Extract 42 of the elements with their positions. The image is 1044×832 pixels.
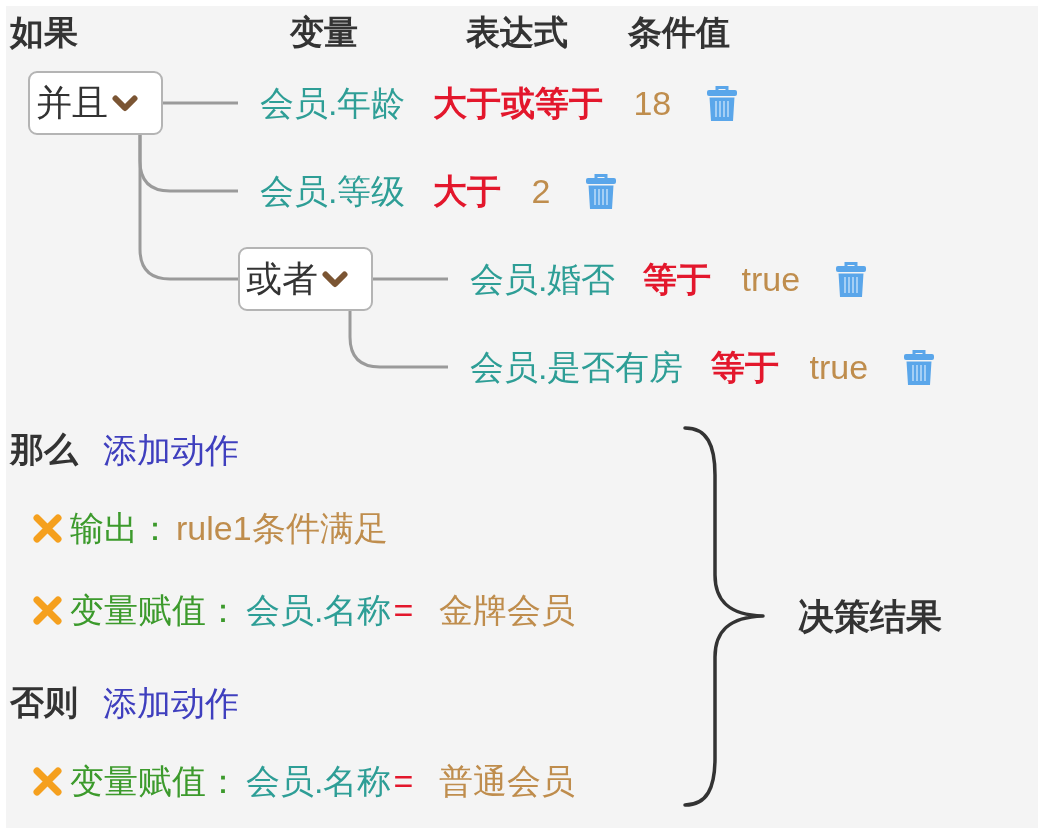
trash-icon[interactable] <box>707 85 738 121</box>
junction-dropdown[interactable]: 或者 <box>238 247 373 311</box>
variable-name[interactable]: 会员.名称 <box>246 761 392 801</box>
condition-value[interactable]: 18 <box>633 83 672 123</box>
condition-value[interactable]: true <box>741 259 801 299</box>
action-value[interactable]: 金牌会员 <box>439 590 576 630</box>
variable-name[interactable]: 会员.婚否 <box>470 259 616 299</box>
add-action-link[interactable]: 添加动作 <box>103 430 239 470</box>
branch-label: 否则 <box>10 682 78 723</box>
assign-operator: = <box>393 761 414 801</box>
variable-name[interactable]: 会员.是否有房 <box>470 347 684 387</box>
condition-value[interactable]: 2 <box>531 171 551 211</box>
column-header: 表达式 <box>466 12 568 52</box>
trash-icon[interactable] <box>836 261 867 297</box>
x-icon[interactable] <box>33 766 62 796</box>
action-label: 变量赋值： <box>70 590 240 630</box>
column-header: 变量 <box>290 12 358 52</box>
variable-name[interactable]: 会员.年龄 <box>260 83 406 123</box>
operator-label[interactable]: 等于 <box>711 347 780 387</box>
operator-label[interactable]: 大于或等于 <box>433 83 604 123</box>
x-icon[interactable] <box>33 513 62 543</box>
chevron-down-icon <box>112 94 138 112</box>
action-label: 变量赋值： <box>70 761 240 801</box>
add-action-link[interactable]: 添加动作 <box>103 683 239 723</box>
branch-label: 那么 <box>10 429 78 470</box>
annotation-label: 决策结果 <box>798 594 942 639</box>
variable-name[interactable]: 会员.名称 <box>246 590 392 630</box>
assign-operator: = <box>393 590 414 630</box>
junction-dropdown[interactable]: 并且 <box>28 71 163 135</box>
chevron-down-icon <box>322 270 348 288</box>
column-header: 条件值 <box>628 12 730 52</box>
operator-label[interactable]: 大于 <box>433 171 502 211</box>
action-value[interactable]: rule1条件满足 <box>176 508 388 548</box>
operator-label[interactable]: 等于 <box>643 259 712 299</box>
action-label: 输出： <box>70 508 172 548</box>
action-value[interactable]: 普通会员 <box>439 761 576 801</box>
trash-icon[interactable] <box>904 349 935 385</box>
trash-icon[interactable] <box>586 173 617 209</box>
condition-value[interactable]: true <box>809 347 869 387</box>
variable-name[interactable]: 会员.等级 <box>260 171 406 211</box>
if-label: 如果 <box>10 12 78 52</box>
x-icon[interactable] <box>33 595 62 625</box>
